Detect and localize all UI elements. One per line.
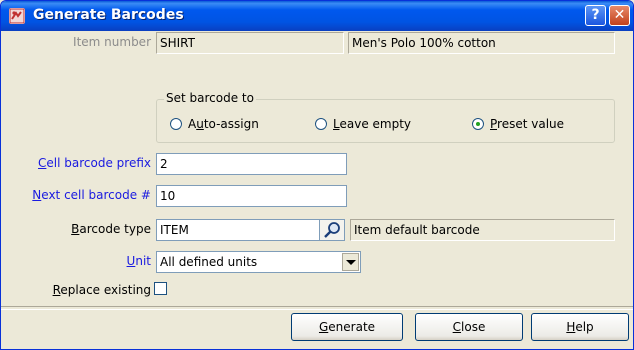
replace-existing-checkbox[interactable]: [154, 282, 167, 295]
item-number-field: SHIRT: [156, 32, 344, 54]
auto-assign-radio[interactable]: [170, 118, 182, 130]
barcode-type-description: Item default barcode: [350, 219, 615, 241]
replace-existing-label: Replace existing: [52, 283, 151, 297]
barcode-type-input[interactable]: ITEM: [156, 219, 320, 241]
close-icon[interactable]: ✕: [609, 5, 630, 26]
set-barcode-caption: Set barcode to: [164, 90, 256, 106]
unit-select[interactable]: All defined units: [156, 251, 361, 273]
next-cell-barcode-input[interactable]: 10: [156, 185, 347, 207]
item-description-field: Men's Polo 100% cotton: [348, 32, 615, 54]
leave-empty-label[interactable]: Leave empty: [333, 116, 411, 132]
help-icon[interactable]: ?: [585, 5, 606, 26]
help-button[interactable]: Help: [531, 313, 629, 341]
leave-empty-radio[interactable]: [315, 118, 327, 130]
window-title: Generate Barcodes: [33, 7, 184, 23]
next-cell-barcode-label: Next cell barcode #: [32, 188, 151, 202]
cell-barcode-prefix-input[interactable]: 2: [156, 153, 347, 175]
preset-value-radio[interactable]: [472, 118, 484, 130]
unit-label: Unit: [126, 254, 151, 268]
chevron-down-icon[interactable]: [342, 253, 359, 271]
title-bar[interactable]: Generate Barcodes ? ✕: [1, 1, 633, 31]
magnifier-icon: [320, 222, 344, 243]
barcode-type-lookup-button[interactable]: [319, 219, 345, 241]
generate-button[interactable]: Generate: [291, 313, 403, 341]
dialog-window: Generate Barcodes ? ✕ Item number SHIRT …: [0, 0, 634, 350]
barcode-app-icon: [9, 8, 25, 24]
preset-value-label[interactable]: Preset value: [490, 116, 564, 132]
unit-selected-value: All defined units: [160, 255, 258, 269]
close-button[interactable]: Close: [415, 313, 523, 341]
button-separator: [1, 306, 633, 310]
dialog-body: Item number SHIRT Men's Polo 100% cotton…: [1, 31, 633, 349]
auto-assign-label[interactable]: Auto-assign: [188, 116, 259, 132]
item-number-label: Item number: [73, 35, 151, 49]
cell-barcode-prefix-label: Cell barcode prefix: [38, 156, 151, 170]
barcode-type-label: Barcode type: [71, 222, 151, 236]
